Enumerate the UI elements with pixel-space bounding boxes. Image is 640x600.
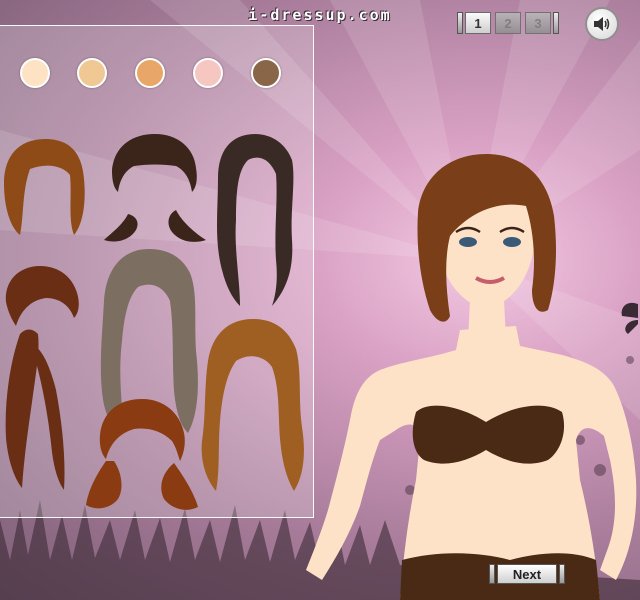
skin-tone-swatch-3[interactable] (135, 58, 165, 88)
page-selector: 1 2 3 (457, 12, 559, 34)
page-selector-cap-left (457, 12, 463, 34)
sound-toggle-button[interactable] (585, 7, 619, 41)
page-3-button[interactable]: 3 (525, 12, 551, 34)
next-button-group: Next (489, 564, 565, 584)
hair-option-auburn-pigtails[interactable] (84, 395, 200, 515)
doll-model (306, 154, 637, 600)
next-button[interactable]: Next (497, 564, 557, 584)
hair-option-short-bob[interactable] (0, 135, 90, 245)
skin-tone-swatch-4[interactable] (193, 58, 223, 88)
next-button-cap-right (559, 564, 565, 584)
hair-option-wavy-caramel[interactable] (198, 315, 308, 495)
game-stage: i-dressup.com 1 2 3 Next (0, 0, 640, 600)
skin-tone-swatch-1[interactable] (20, 58, 50, 88)
hair-option-long-wavy-dark[interactable] (210, 130, 300, 310)
speaker-icon (594, 17, 610, 31)
skin-tone-swatch-5[interactable] (251, 58, 281, 88)
next-button-cap-left (489, 564, 495, 584)
page-1-button[interactable]: 1 (465, 12, 491, 34)
page-2-button[interactable]: 2 (495, 12, 521, 34)
hair-option-side-ponytail[interactable] (0, 262, 90, 492)
page-selector-cap-right (553, 12, 559, 34)
butterfly-decoration (621, 302, 638, 334)
skin-tone-swatch-2[interactable] (77, 58, 107, 88)
hair-option-bangs-pigtails[interactable] (100, 130, 210, 250)
